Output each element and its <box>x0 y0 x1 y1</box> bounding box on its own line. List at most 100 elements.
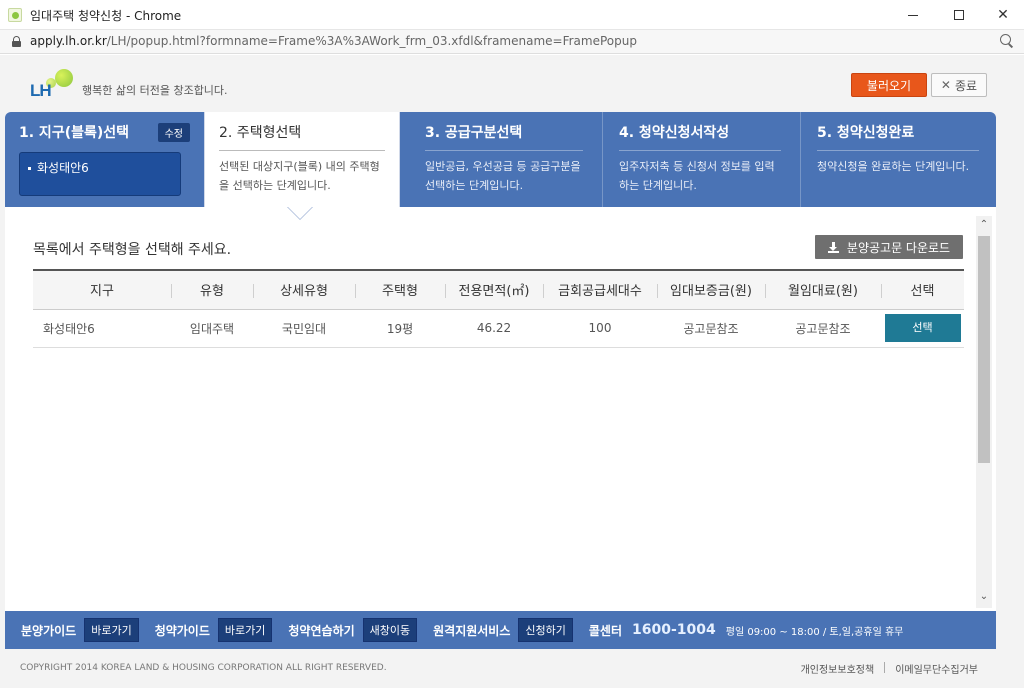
cell-rent: 공고문참조 <box>765 309 881 348</box>
table-row: 화성태안6 임대주택 국민임대 19평 46.22 100 공고문참조 공고문참… <box>33 309 964 348</box>
zoom-icon[interactable] <box>1000 34 1014 48</box>
col-detail-type: 상세유형 <box>253 269 355 310</box>
logo-text: LH <box>30 81 52 100</box>
practice-label: 청약연습하기 <box>288 623 355 638</box>
content-area: 목록에서 주택형을 선택해 주세요. 분양공고문 다운로드 지구 유형 상세유형… <box>5 207 996 611</box>
sale-guide-label: 분양가이드 <box>21 623 77 638</box>
exit-button[interactable]: ✕ 종료 <box>931 73 987 97</box>
url-path: /LH/popup.html?formname=Frame%3A%3AWork_… <box>106 34 637 48</box>
copyright: COPYRIGHT 2014 KOREA LAND & HOUSING CORP… <box>20 663 387 673</box>
content-scrollbar[interactable]: ⌃ ⌄ <box>976 216 992 608</box>
cell-detail-type: 국민임대 <box>253 309 355 348</box>
slogan: 행복한 삶의 터전을 창조합니다. <box>82 84 228 97</box>
step-3-title: 3. 공급구분선택 <box>425 122 583 151</box>
site-favicon-icon <box>8 8 22 22</box>
col-rent: 월임대료(원) <box>765 269 881 310</box>
cell-area: 46.22 <box>445 309 543 348</box>
maximize-button[interactable] <box>936 0 982 30</box>
step-1: 1. 지구(블록)선택 수정 화성태안6 <box>5 112 204 207</box>
window-close-button[interactable]: ✕ <box>980 0 1024 30</box>
page: LH 행복한 삶의 터전을 창조합니다. 불러오기 ✕ 종료 1. 지구(블록)선… <box>0 55 1024 688</box>
call-center: 콜센터 1600-1004 평일 09:00 ~ 18:00 / 토,일,공휴일 휴… <box>589 622 904 639</box>
logo-dot-large <box>55 69 73 87</box>
close-icon: ✕ <box>997 7 1009 23</box>
instruction-text: 목록에서 주택형을 선택해 주세요. <box>33 242 232 258</box>
footer-divider <box>884 662 886 673</box>
step-5-title: 5. 청약신청완료 <box>817 122 979 151</box>
minimize-button[interactable] <box>890 0 936 30</box>
step-2-active: 2. 주택형선택 선택된 대상지구(블록) 내의 주택형을 선택하는 단계입니다… <box>204 112 400 207</box>
scroll-down-icon[interactable]: ⌄ <box>979 592 989 602</box>
cell-housing-type: 19평 <box>355 309 445 348</box>
table-header-row: 지구 유형 상세유형 주택형 전용면적(㎡) 금회공급세대수 임대보증금(원) … <box>33 269 964 310</box>
step-3: 3. 공급구분선택 일반공급, 우선공급 등 공급구분을 선택하는 단계입니다. <box>411 112 597 207</box>
download-icon <box>827 241 839 253</box>
window-titlebar: 임대주택 청약신청 - Chrome ✕ <box>0 0 1024 30</box>
cell-deposit: 공고문참조 <box>657 309 765 348</box>
select-button[interactable]: 선택 <box>884 314 961 342</box>
email-refusal-link[interactable]: 이메일무단수집거부 <box>895 661 978 676</box>
selected-region: 화성태안6 <box>19 152 181 196</box>
col-type: 유형 <box>171 269 253 310</box>
apply-guide: 청약가이드 바로가기 <box>155 618 273 642</box>
step-5-desc: 청약신청을 완료하는 단계입니다. <box>817 160 970 173</box>
privacy-policy-link[interactable]: 개인정보보호정책 <box>801 661 875 676</box>
exit-button-label: 종료 <box>954 78 978 93</box>
lock-icon <box>12 36 21 47</box>
url-text[interactable]: apply.lh.or.kr/LH/popup.html?formname=Fr… <box>30 34 637 48</box>
load-button[interactable]: 불러오기 <box>851 73 927 97</box>
download-notice-button[interactable]: 분양공고문 다운로드 <box>815 235 963 259</box>
remote-support-button[interactable]: 신청하기 <box>518 618 573 642</box>
selected-region-label: 화성태안6 <box>37 161 89 175</box>
step-divider <box>800 112 801 207</box>
download-notice-label: 분양공고문 다운로드 <box>846 240 951 255</box>
step-3-desc: 일반공급, 우선공급 등 공급구분을 선택하는 단계입니다. <box>425 160 581 192</box>
footer-links: 개인정보보호정책 이메일무단수집거부 <box>801 661 978 676</box>
apply-guide-button[interactable]: 바로가기 <box>217 618 273 642</box>
active-step-pointer <box>288 207 312 219</box>
housing-type-table: 지구 유형 상세유형 주택형 전용면적(㎡) 금회공급세대수 임대보증금(원) … <box>33 269 964 348</box>
call-center-label: 콜센터 <box>588 623 622 638</box>
col-select: 선택 <box>881 269 964 310</box>
address-bar[interactable]: apply.lh.or.kr/LH/popup.html?formname=Fr… <box>0 30 1024 54</box>
remote-support: 원격지원서비스 신청하기 <box>433 618 573 642</box>
col-region: 지구 <box>33 269 171 310</box>
minimize-icon <box>908 14 918 16</box>
sale-guide-button[interactable]: 바로가기 <box>84 618 139 642</box>
practice-button[interactable]: 새창이동 <box>362 618 418 642</box>
scroll-up-icon[interactable]: ⌃ <box>979 220 989 230</box>
maximize-icon <box>954 10 964 20</box>
cell-type: 임대주택 <box>171 309 253 348</box>
bottom-bar: 분양가이드 바로가기 청약가이드 바로가기 청약연습하기 새창이동 원격지원서비스 신청… <box>5 611 996 649</box>
call-center-number: 1600-1004 <box>632 622 716 638</box>
window-title: 임대주택 청약신청 - Chrome <box>30 9 182 23</box>
col-deposit: 임대보증금(원) <box>657 269 765 310</box>
lh-logo: LH <box>30 69 76 100</box>
col-units: 금회공급세대수 <box>543 269 657 310</box>
step-4-title: 4. 청약신청서작성 <box>619 122 781 151</box>
cell-select: 선택 <box>881 309 964 348</box>
col-area: 전용면적(㎡) <box>445 269 543 310</box>
cell-region: 화성태안6 <box>33 309 171 348</box>
footer: COPYRIGHT 2014 KOREA LAND & HOUSING CORP… <box>0 649 1024 688</box>
close-icon: ✕ <box>940 78 951 92</box>
sale-guide: 분양가이드 바로가기 <box>21 618 139 642</box>
scrollbar-thumb[interactable] <box>978 236 990 463</box>
step-divider <box>602 112 603 207</box>
apply-guide-label: 청약가이드 <box>154 623 210 638</box>
step-1-title: 1. 지구(블록)선택 수정 <box>19 122 190 150</box>
edit-button[interactable]: 수정 <box>157 122 190 142</box>
url-host: apply.lh.or.kr <box>30 34 107 48</box>
practice: 청약연습하기 새창이동 <box>288 618 418 642</box>
col-housing-type: 주택형 <box>355 269 445 310</box>
step-5: 5. 청약신청완료 청약신청을 완료하는 단계입니다. <box>803 112 993 207</box>
step-bar: 1. 지구(블록)선택 수정 화성태안6 2. 주택형선택 선택된 대상지구(블… <box>5 112 996 207</box>
call-center-hours: 평일 09:00 ~ 18:00 / 토,일,공휴일 휴무 <box>725 626 904 638</box>
step-2-desc: 선택된 대상지구(블록) 내의 주택형을 선택하는 단계입니다. <box>219 160 380 192</box>
step-1-label: 1. 지구(블록)선택 <box>19 125 130 141</box>
remote-support-label: 원격지원서비스 <box>433 623 511 638</box>
step-4-desc: 입주자저축 등 신청서 정보를 입력하는 단계입니다. <box>619 160 775 192</box>
step-4: 4. 청약신청서작성 입주자저축 등 신청서 정보를 입력하는 단계입니다. <box>605 112 795 207</box>
step-2-title: 2. 주택형선택 <box>219 122 385 151</box>
cell-units: 100 <box>543 309 657 348</box>
